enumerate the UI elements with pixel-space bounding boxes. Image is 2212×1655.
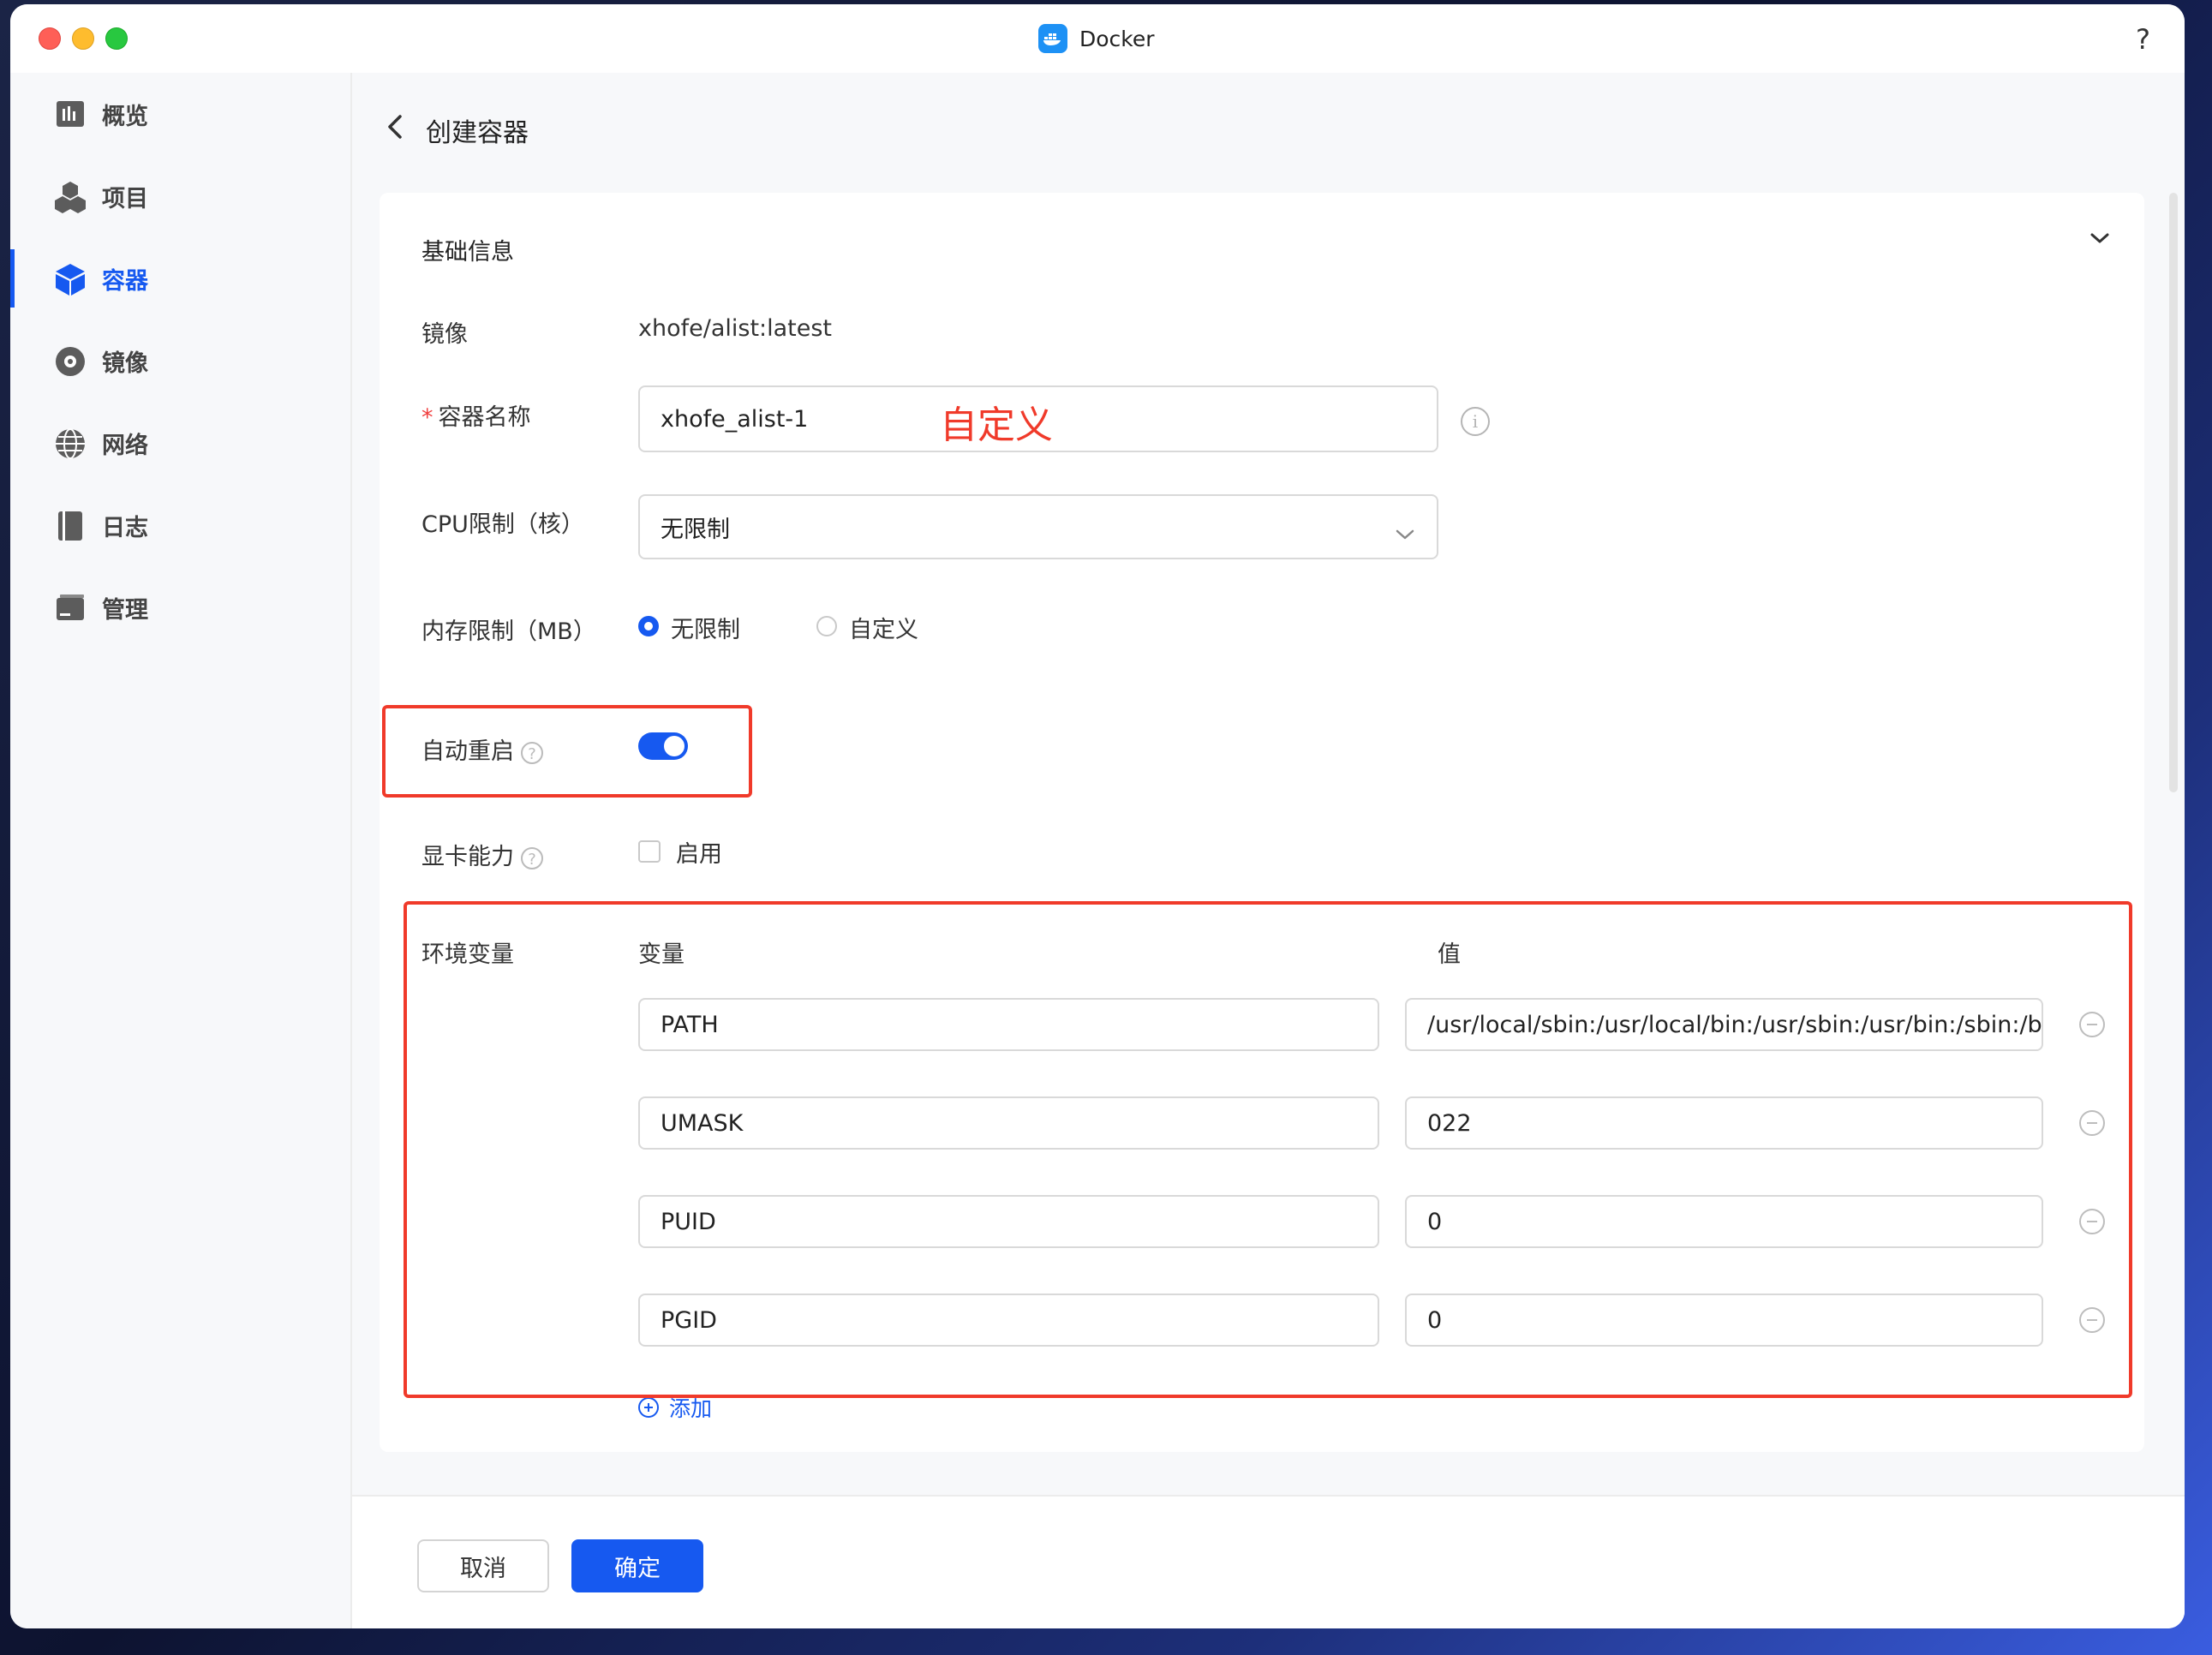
cpu-limit-value: 无限制 bbox=[661, 516, 730, 543]
sidebar-item-containers[interactable]: 容器 bbox=[10, 237, 350, 320]
form-footer: 取消 确定 bbox=[352, 1495, 2185, 1628]
memory-unlimited-label: 无限制 bbox=[671, 617, 740, 643]
image-value: xhofe/alist:latest bbox=[638, 315, 833, 342]
app-title-text: Docker bbox=[1079, 26, 1155, 51]
sidebar: 概览 项目 容器 镜像 网络 日志 管理 bbox=[10, 73, 352, 1628]
minimize-window-button[interactable] bbox=[72, 27, 94, 50]
sidebar-item-label: 项目 bbox=[102, 185, 148, 212]
cpu-limit-label: CPU限制（核） bbox=[421, 511, 584, 538]
sidebar-item-label: 网络 bbox=[102, 432, 148, 459]
help-button[interactable]: ? bbox=[2136, 23, 2150, 56]
docker-logo-icon bbox=[1038, 24, 1067, 53]
drive-icon bbox=[53, 591, 87, 625]
cancel-button[interactable]: 取消 bbox=[417, 1539, 549, 1592]
container-name-label: * 容器名称 bbox=[421, 398, 531, 432]
question-icon[interactable]: ? bbox=[521, 846, 543, 869]
gpu-enable-label: 启用 bbox=[676, 841, 722, 868]
sidebar-item-projects[interactable]: 项目 bbox=[10, 155, 350, 237]
cubes-icon bbox=[53, 180, 87, 214]
app-title: Docker bbox=[1038, 21, 1155, 56]
zoom-window-button[interactable] bbox=[105, 27, 128, 50]
info-icon[interactable]: i bbox=[1461, 407, 1490, 436]
page-title: 创建容器 bbox=[426, 118, 529, 148]
sidebar-item-label: 镜像 bbox=[102, 350, 148, 377]
section-title: 基础信息 bbox=[421, 239, 514, 266]
memory-unlimited-radio[interactable] bbox=[638, 616, 659, 636]
sidebar-item-logs[interactable]: 日志 bbox=[10, 484, 350, 566]
cpu-limit-select[interactable]: 无限制 bbox=[638, 494, 1438, 559]
sidebar-item-label: 容器 bbox=[102, 267, 148, 295]
annotation-box-env bbox=[404, 901, 2132, 1398]
gpu-label-text: 显卡能力 bbox=[421, 844, 514, 870]
chart-icon bbox=[53, 98, 87, 132]
close-window-button[interactable] bbox=[39, 27, 61, 50]
chevron-down-icon bbox=[1396, 520, 1414, 547]
memory-custom-radio[interactable] bbox=[816, 616, 837, 636]
back-arrow-icon[interactable] bbox=[386, 113, 404, 147]
page-header: 创建容器 bbox=[386, 111, 529, 149]
box-icon bbox=[53, 262, 87, 296]
globe-icon bbox=[53, 427, 87, 461]
container-name-label-text: 容器名称 bbox=[438, 404, 531, 431]
annotation-text: 自定义 bbox=[940, 403, 1053, 447]
confirm-button[interactable]: 确定 bbox=[571, 1539, 703, 1592]
sidebar-item-manage[interactable]: 管理 bbox=[10, 566, 350, 648]
sidebar-item-images[interactable]: 镜像 bbox=[10, 320, 350, 402]
gpu-label: 显卡能力? bbox=[421, 838, 543, 871]
image-label: 镜像 bbox=[421, 321, 468, 348]
memory-limit-label: 内存限制（MB） bbox=[421, 618, 596, 645]
disc-icon bbox=[53, 344, 87, 379]
sidebar-item-label: 概览 bbox=[102, 103, 148, 130]
book-icon bbox=[53, 509, 87, 543]
annotation-box-restart bbox=[382, 705, 752, 798]
sidebar-item-overview[interactable]: 概览 bbox=[10, 73, 350, 155]
scrollbar[interactable] bbox=[2169, 193, 2178, 792]
gpu-enable-checkbox[interactable] bbox=[638, 840, 661, 863]
title-bar: Docker ? bbox=[10, 4, 2185, 75]
docker-window: Docker ? 概览 项目 容器 镜像 网络 日志 管理 创建容器 基础信息 … bbox=[10, 4, 2185, 1628]
memory-custom-label: 自定义 bbox=[849, 617, 918, 643]
chevron-down-icon[interactable] bbox=[2089, 231, 2110, 248]
sidebar-item-label: 日志 bbox=[102, 514, 148, 541]
plus-circle-icon bbox=[638, 1397, 659, 1418]
required-asterisk: * bbox=[421, 404, 433, 431]
sidebar-item-label: 管理 bbox=[102, 596, 148, 624]
sidebar-item-network[interactable]: 网络 bbox=[10, 402, 350, 484]
